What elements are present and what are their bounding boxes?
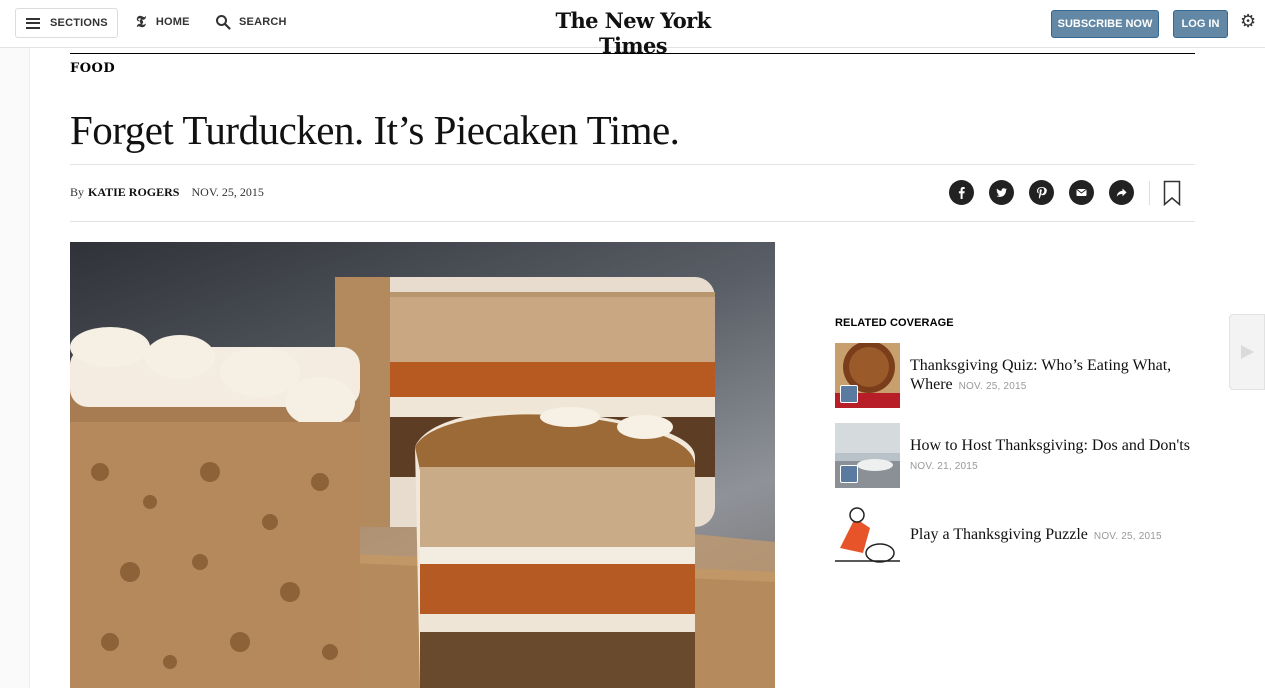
related-item-text[interactable]: How to Host Thanksgiving: Dos and Don'ts… [910, 436, 1200, 476]
nyt-t-logo-icon: 𝕿 [136, 12, 146, 31]
related-item-title[interactable]: Thanksgiving Quiz: Who’s Eating What, Wh… [910, 357, 1171, 393]
related-item-date: NOV. 25, 2015 [1093, 531, 1162, 542]
share-icon[interactable] [1109, 180, 1134, 205]
hero-image[interactable] [70, 242, 775, 688]
chevron-right-icon [1241, 345, 1254, 359]
gear-icon[interactable]: ⚙ [1240, 13, 1258, 31]
author-link[interactable]: KATIE ROGERS [88, 185, 179, 200]
related-item-date: NOV. 21, 2015 [910, 460, 978, 472]
related-thumbnail[interactable] [835, 423, 900, 488]
related-thumbnail[interactable] [835, 503, 900, 568]
piecaken-photo [70, 277, 775, 688]
nyt-logo[interactable]: The New York Times [536, 8, 730, 58]
subscribe-button[interactable]: SUBSCRIBE NOW [1051, 10, 1159, 38]
interactive-icon [840, 385, 858, 403]
publish-date: NOV. 25, 2015 [191, 185, 264, 199]
headline-divider [70, 164, 1195, 165]
byline-prefix: By [70, 185, 85, 199]
related-item[interactable]: Thanksgiving Quiz: Who’s Eating What, Wh… [835, 343, 1200, 408]
related-item-date: NOV. 25, 2015 [958, 380, 1027, 392]
facebook-icon[interactable] [949, 180, 974, 205]
related-item[interactable]: How to Host Thanksgiving: Dos and Don'ts… [835, 423, 1200, 488]
left-rail [0, 48, 30, 688]
sections-label: SECTIONS [50, 17, 108, 29]
search-label: SEARCH [239, 16, 287, 28]
related-item[interactable]: Play a Thanksgiving Puzzle NOV. 25, 2015 [835, 503, 1200, 568]
related-item-title[interactable]: Play a Thanksgiving Puzzle [910, 526, 1088, 543]
related-item-title[interactable]: How to Host Thanksgiving: Dos and Don'ts [910, 437, 1190, 454]
video-icon [840, 465, 858, 483]
home-label: HOME [155, 16, 190, 28]
pinterest-icon[interactable] [1029, 180, 1054, 205]
twitter-icon[interactable] [989, 180, 1014, 205]
page-title: Forget Turducken. It’s Piecaken Time. [70, 107, 680, 153]
puzzle-thumbnail-image [835, 503, 900, 568]
toolbar-divider [1149, 181, 1150, 205]
login-button[interactable]: LOG IN [1173, 10, 1228, 38]
next-article-button[interactable] [1229, 314, 1265, 390]
related-item-text[interactable]: Thanksgiving Quiz: Who’s Eating What, Wh… [910, 356, 1200, 396]
sections-button[interactable]: SECTIONS [15, 8, 118, 38]
hamburger-icon [26, 17, 40, 29]
byline-divider [70, 221, 1195, 222]
masthead: SECTIONS 𝕿 HOME SEARCH The New York Time… [0, 0, 1265, 58]
section-rule [70, 53, 1195, 54]
related-coverage-title: RELATED COVERAGE [835, 317, 954, 329]
section-kicker[interactable]: FOOD [70, 61, 115, 76]
related-thumbnail[interactable] [835, 343, 900, 408]
related-item-text[interactable]: Play a Thanksgiving Puzzle NOV. 25, 2015 [910, 525, 1200, 546]
bookmark-icon[interactable] [1163, 180, 1181, 206]
email-icon[interactable] [1069, 180, 1094, 205]
home-link[interactable]: 𝕿 HOME [136, 14, 190, 30]
search-link[interactable]: SEARCH [215, 14, 287, 30]
byline: By KATIE ROGERS NOV. 25, 2015 [70, 185, 264, 200]
search-icon [216, 15, 231, 30]
